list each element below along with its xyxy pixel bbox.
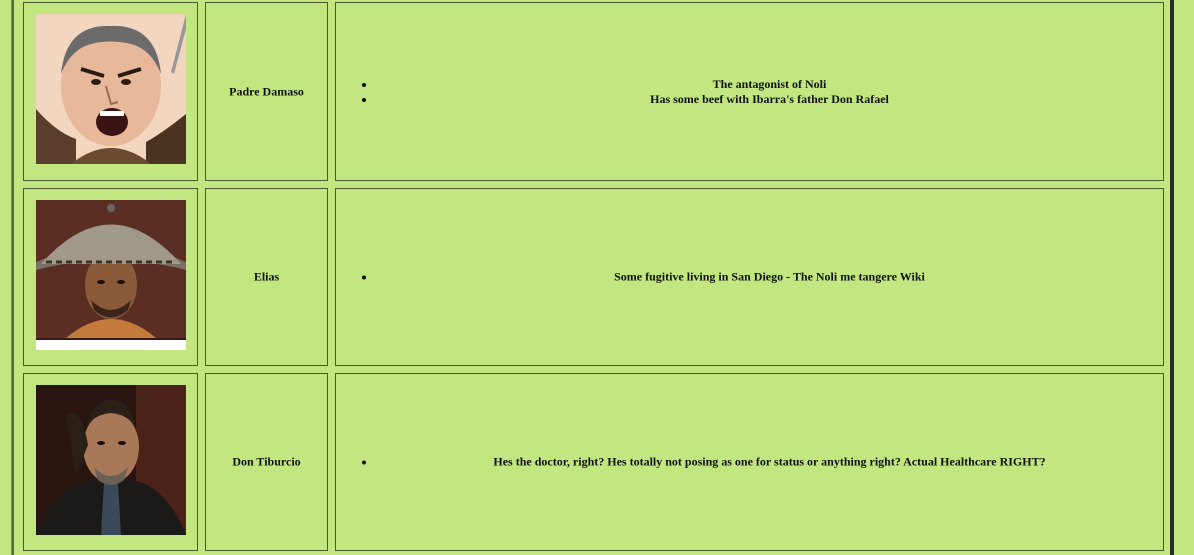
- right-margin: [1174, 0, 1194, 555]
- list-item: Hes the doctor, right? Hes totally not p…: [376, 455, 1163, 470]
- portrait-cell: [23, 188, 198, 366]
- portrait-cell: [23, 2, 198, 181]
- salakot-hat-man-portrait: [36, 200, 186, 350]
- description-list: Hes the doctor, right? Hes totally not p…: [336, 455, 1163, 470]
- character-name: Don Tiburcio: [232, 454, 301, 469]
- left-border: [0, 0, 14, 555]
- bearded-man-photo-portrait: [36, 385, 186, 535]
- portrait-cell: [23, 373, 198, 551]
- list-item: Has some beef with Ibarra's father Don R…: [376, 92, 1163, 107]
- description-cell: The antagonist of Noli Has some beef wit…: [335, 2, 1164, 181]
- description-list: Some fugitive living in San Diego - The …: [336, 270, 1163, 285]
- character-table-page: Padre Damaso The antagonist of Noli Has …: [0, 0, 1194, 555]
- character-name: Elias: [253, 269, 280, 284]
- character-name: Padre Damaso: [229, 84, 304, 98]
- name-cell: Padre Damaso: [205, 2, 328, 181]
- list-item: Some fugitive living in San Diego - The …: [376, 270, 1163, 285]
- description-list: The antagonist of Noli Has some beef wit…: [336, 77, 1163, 107]
- name-cell: Don Tiburcio: [205, 373, 328, 551]
- list-item: The antagonist of Noli: [376, 77, 1163, 92]
- description-cell: Some fugitive living in San Diego - The …: [335, 188, 1164, 366]
- name-cell: Elias: [205, 188, 328, 366]
- description-cell: Hes the doctor, right? Hes totally not p…: [335, 373, 1164, 551]
- angry-friar-portrait: [36, 14, 186, 164]
